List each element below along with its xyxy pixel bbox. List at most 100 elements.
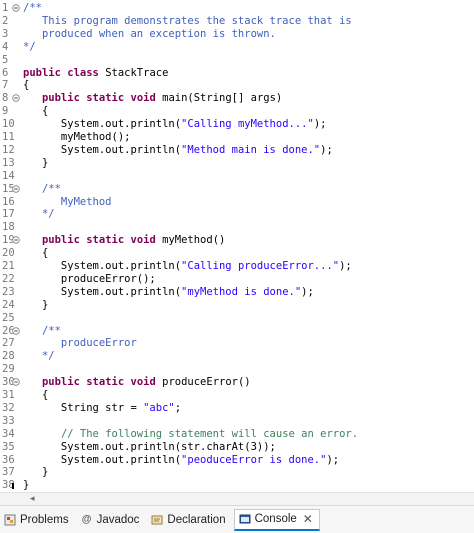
code-token: ); bbox=[313, 118, 327, 131]
code-line[interactable]: 5 bbox=[0, 53, 474, 67]
code-text: } bbox=[23, 478, 29, 492]
code-token: { bbox=[23, 247, 49, 260]
keyword-token: public bbox=[23, 66, 61, 79]
horizontal-scrollbar[interactable]: ◂ bbox=[0, 492, 474, 505]
code-token: } bbox=[23, 298, 49, 311]
code-token: System.out.println(str.charAt(3)); bbox=[23, 440, 276, 453]
code-line[interactable]: 24 } bbox=[0, 298, 474, 312]
fold-collapse-icon[interactable] bbox=[12, 232, 20, 244]
doc-comment-token: MyMethod bbox=[23, 195, 112, 208]
line-number: 6 bbox=[2, 66, 9, 79]
fold-collapse-icon[interactable] bbox=[12, 0, 20, 12]
code-text: public static void main(String[] args) bbox=[23, 91, 282, 105]
code-line[interactable]: 18 bbox=[0, 220, 474, 234]
code-line[interactable]: 10 System.out.println("Calling myMethod.… bbox=[0, 117, 474, 131]
line-number: 35 bbox=[2, 440, 15, 453]
console-icon bbox=[239, 513, 251, 525]
code-text: { bbox=[23, 78, 29, 92]
code-token: StackTrace bbox=[98, 66, 169, 79]
code-line[interactable]: 15 /** bbox=[0, 182, 474, 196]
keyword-token: void bbox=[130, 234, 156, 247]
code-line[interactable]: 30 public static void produceError() bbox=[0, 375, 474, 389]
code-text: produceError(); bbox=[23, 272, 156, 286]
keyword-token: static bbox=[86, 234, 125, 247]
code-line[interactable]: 13 } bbox=[0, 156, 474, 170]
line-number: 11 bbox=[2, 131, 15, 143]
code-line[interactable]: 33 bbox=[0, 414, 474, 428]
tab-problems[interactable]: Problems bbox=[0, 510, 75, 530]
code-line[interactable]: 16 MyMethod bbox=[0, 195, 474, 209]
code-line[interactable]: 6 public class StackTrace bbox=[0, 66, 474, 80]
code-line[interactable]: 1/** bbox=[0, 1, 474, 15]
keyword-token: public bbox=[41, 376, 80, 389]
code-token: { bbox=[23, 79, 30, 92]
code-line[interactable]: 26 /** bbox=[0, 324, 474, 338]
close-icon[interactable]: ✕ bbox=[303, 512, 313, 526]
tab-console[interactable]: Console ✕ bbox=[233, 508, 320, 531]
string-token: "Method main is done." bbox=[181, 143, 321, 156]
code-token: myMethod() bbox=[155, 234, 226, 247]
code-line[interactable]: 23 System.out.println("myMethod is done.… bbox=[0, 285, 474, 299]
code-editor[interactable]: 1/** 2 This program demonstrates the stac… bbox=[0, 0, 474, 492]
code-line[interactable]: 36 System.out.println("peoduceError is d… bbox=[0, 453, 474, 467]
text-cursor bbox=[12, 483, 14, 489]
keyword-token: static bbox=[86, 92, 125, 105]
problems-icon bbox=[4, 514, 16, 526]
code-line[interactable]: 21 System.out.println("Calling produceEr… bbox=[0, 259, 474, 273]
doc-comment-token: This program demonstrates the stack trac… bbox=[23, 14, 352, 27]
code-text: */ bbox=[23, 207, 55, 221]
code-text: } bbox=[23, 465, 48, 479]
code-text: { bbox=[23, 246, 48, 260]
code-line[interactable]: 27 produceError bbox=[0, 336, 474, 350]
code-line[interactable]: 37 } bbox=[0, 465, 474, 479]
keyword-token: public bbox=[41, 234, 80, 247]
code-line[interactable]: 3 produced when an exception is thrown. bbox=[0, 27, 474, 41]
tab-javadoc[interactable]: @ Javadoc bbox=[77, 510, 146, 530]
tab-problems-label: Problems bbox=[20, 513, 69, 526]
fold-collapse-icon[interactable] bbox=[12, 323, 20, 335]
code-line[interactable]: 28 */ bbox=[0, 349, 474, 363]
code-line[interactable]: 25 bbox=[0, 311, 474, 325]
code-line[interactable]: 34 // The following statement will cause… bbox=[0, 427, 474, 441]
doc-comment-token: */ bbox=[23, 208, 55, 221]
code-token: ); bbox=[339, 260, 352, 272]
tab-declaration[interactable]: Declaration bbox=[147, 510, 231, 530]
scroll-left-arrow-icon[interactable]: ◂ bbox=[30, 494, 35, 504]
code-line[interactable]: 19 public static void myMethod() bbox=[0, 233, 474, 247]
code-line[interactable]: 32 String str = "abc"; bbox=[0, 401, 474, 415]
code-text: public class StackTrace bbox=[23, 66, 168, 80]
code-line[interactable]: 4 */ bbox=[0, 40, 474, 54]
code-text: */ bbox=[23, 349, 55, 363]
code-text: produceError bbox=[23, 336, 137, 350]
fold-collapse-icon[interactable] bbox=[12, 374, 20, 386]
code-line[interactable]: 22 produceError(); bbox=[0, 272, 474, 286]
code-line[interactable]: 12 System.out.println("Method main is do… bbox=[0, 143, 474, 157]
declaration-icon bbox=[151, 514, 163, 526]
code-line[interactable]: 8 public static void main(String[] args) bbox=[0, 91, 474, 105]
line-number: 36 bbox=[2, 453, 15, 466]
code-text: */ bbox=[23, 40, 36, 54]
code-text: This program demonstrates the stack trac… bbox=[23, 14, 352, 28]
code-line[interactable]: 35 System.out.println(str.charAt(3)); bbox=[0, 440, 474, 454]
line-number: 34 bbox=[2, 427, 15, 440]
code-line[interactable]: 9 { bbox=[0, 104, 474, 118]
doc-comment-token: */ bbox=[23, 350, 55, 363]
code-line[interactable]: 14 bbox=[0, 169, 474, 183]
code-token: { bbox=[23, 105, 49, 118]
tab-console-label: Console bbox=[254, 513, 297, 525]
code-text: } bbox=[23, 298, 48, 312]
code-line[interactable]: 2 This program demonstrates the stack tr… bbox=[0, 14, 474, 28]
code-line[interactable]: 20 { bbox=[0, 246, 474, 260]
fold-collapse-icon[interactable] bbox=[12, 181, 20, 193]
line-number: 2 bbox=[2, 14, 9, 27]
code-line[interactable]: 29 bbox=[0, 362, 474, 376]
doc-comment-token: produced when an exception is thrown. bbox=[23, 27, 276, 40]
code-line[interactable]: 7{ bbox=[0, 78, 474, 92]
fold-collapse-icon[interactable] bbox=[12, 90, 20, 102]
code-line[interactable]: 17 */ bbox=[0, 207, 474, 221]
doc-comment-token: */ bbox=[23, 40, 36, 53]
code-line[interactable]: 31 { bbox=[0, 388, 474, 402]
code-line[interactable]: 11 myMethod(); bbox=[0, 130, 474, 144]
code-line[interactable]: 38} bbox=[0, 478, 474, 492]
